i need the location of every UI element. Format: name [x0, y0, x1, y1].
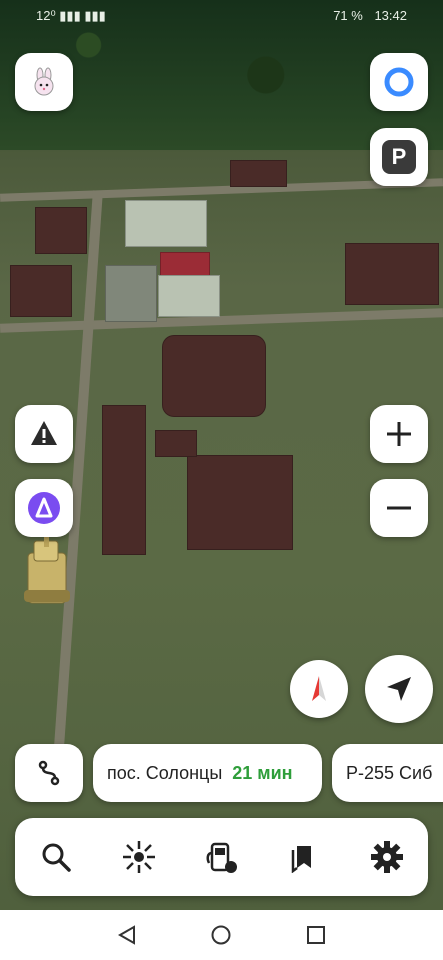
alice-ring-icon [384, 67, 414, 97]
battery-level: 71 % [333, 8, 363, 23]
field-plot [155, 430, 197, 457]
field-plot [102, 405, 146, 555]
clock: 13:42 [374, 8, 407, 23]
tank-model [24, 535, 70, 604]
bookmarks-icon [291, 846, 312, 873]
gear-icon [370, 841, 403, 873]
parking-icon: P [382, 140, 416, 174]
compass-button[interactable] [290, 660, 348, 718]
layers-button[interactable] [114, 832, 164, 882]
parking-button[interactable]: P [370, 128, 428, 186]
alice-icon [28, 492, 60, 524]
bookmarks-button[interactable] [279, 832, 329, 882]
alice-button[interactable] [15, 479, 73, 537]
back-button[interactable] [107, 915, 147, 955]
zoom-in-button[interactable] [370, 405, 428, 463]
system-nav-bar [0, 910, 443, 960]
search-button[interactable] [31, 832, 81, 882]
settings-button[interactable] [362, 832, 412, 882]
route-switch-button[interactable] [15, 744, 83, 802]
field-plot [187, 455, 293, 550]
house [125, 200, 207, 247]
search-icon [42, 843, 72, 872]
route-destination: пос. Солонцы [107, 762, 223, 783]
route-destination: Р-255 Сиб [346, 762, 433, 783]
parking-label: P [391, 144, 407, 169]
house-roof [160, 252, 210, 276]
compass-icon [312, 676, 326, 701]
minus-icon [387, 506, 411, 510]
status-bar: 12⁰ ▮▮▮ ▮▮▮ 71 % 13:42 [0, 0, 443, 32]
field-plot [35, 207, 87, 254]
bottom-toolbar [15, 818, 428, 896]
battery-time: 71 % 13:42 [333, 8, 407, 23]
locate-arrow-icon [387, 677, 411, 701]
yard [158, 275, 220, 317]
yard [105, 265, 157, 322]
locate-button[interactable] [365, 655, 433, 723]
bunny-icon [34, 67, 54, 96]
field-plot [345, 243, 439, 305]
profile-button[interactable] [15, 53, 73, 111]
route-time: 21 мин [232, 762, 293, 783]
signal-indicator: 12⁰ ▮▮▮ ▮▮▮ [36, 8, 106, 23]
route-pill[interactable]: Р-255 Сиб [332, 744, 443, 802]
recents-button[interactable] [296, 915, 336, 955]
recents-icon [306, 926, 325, 944]
layers-icon [122, 841, 155, 873]
warning-icon [31, 421, 57, 445]
field-plot [230, 160, 287, 187]
route-switch-icon [38, 760, 60, 786]
field-plot [10, 265, 72, 317]
fuel-icon [206, 842, 238, 873]
back-icon [118, 925, 136, 945]
route-pill[interactable]: пос. Солонцы 21 мин [93, 744, 322, 802]
zoom-out-button[interactable] [370, 479, 428, 537]
assistant-button[interactable] [370, 53, 428, 111]
plus-icon [387, 422, 411, 446]
fuel-button[interactable] [196, 832, 246, 882]
field-plot [162, 335, 266, 417]
home-button[interactable] [201, 915, 241, 955]
home-icon [211, 925, 231, 945]
report-button[interactable] [15, 405, 73, 463]
